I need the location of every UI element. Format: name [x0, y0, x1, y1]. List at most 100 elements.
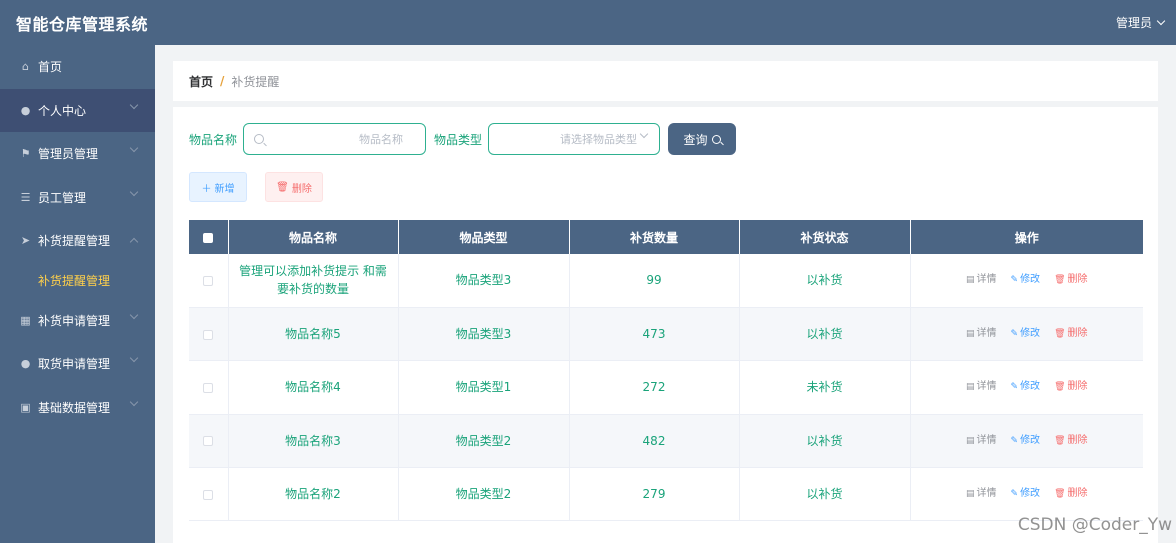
row-checkbox[interactable] [203, 275, 214, 286]
breadcrumb-separator: / [220, 74, 225, 88]
edit-label: 修改 [1020, 381, 1041, 393]
cell-restock-status: 以补货 [739, 467, 911, 522]
trash-icon: 🗑 [1054, 435, 1066, 446]
sidebar-item-pickup-requests[interactable]: ● 取货申请管理 [0, 342, 155, 386]
chevron-down-icon [129, 100, 139, 109]
cell-item-type: 物品类型2 [398, 467, 570, 522]
sidebar-item-admin[interactable]: ⚑ 管理员管理 [0, 132, 155, 176]
trash-icon: 🗑 [1054, 329, 1066, 340]
item-name-input[interactable] [264, 132, 416, 146]
header-operations: 操作 [910, 220, 1143, 254]
edit-button[interactable]: ✎ 修改 [1011, 432, 1041, 450]
item-type-input[interactable] [499, 132, 650, 146]
cell-restock-status: 未补货 [739, 360, 911, 415]
add-button[interactable]: ＋ 新增 [189, 172, 247, 202]
user-menu[interactable]: 管理员 [1115, 14, 1166, 31]
table-row: 物品名称2 物品类型2 279 以补货 ▤ 详情 ✎ 修改 🗑 删除 [189, 467, 1143, 522]
breadcrumb: 首页 / 补货提醒 [173, 61, 1158, 101]
flag-icon: ⚑ [20, 147, 31, 161]
query-button-label: 查询 [683, 132, 708, 147]
sidebar-item-base-data[interactable]: ▣ 基础数据管理 [0, 386, 155, 430]
header-item-name[interactable]: 物品名称 [228, 220, 399, 254]
main-area: 首页 / 补货提醒 物品名称 物品类型 查询 ＋ 新增 [155, 45, 1176, 543]
edit-icon: ✎ [1010, 489, 1019, 500]
delete-button[interactable]: 🗑 删除 [1054, 432, 1087, 450]
row-select-cell [189, 360, 229, 415]
row-checkbox[interactable] [203, 329, 214, 340]
chevron-down-icon [129, 310, 139, 319]
cell-item-name: 物品名称2 [228, 467, 399, 522]
edit-icon: ✎ [1010, 329, 1019, 340]
restock-table: 物品名称 物品类型 补货数量 补货状态 操作 管理可以添加补货提示 和需要补货的… [189, 220, 1143, 522]
sidebar-item-label: 员工管理 [38, 190, 87, 205]
app-title: 智能仓库管理系统 [16, 14, 149, 34]
cell-item-name: 物品名称3 [228, 414, 399, 469]
batch-delete-button[interactable]: 🗑 删除 [265, 172, 323, 202]
query-button[interactable]: 查询 [668, 123, 737, 155]
sidebar-item-restock-reminders[interactable]: ➤ 补货提醒管理 [0, 219, 155, 263]
cell-operations: ▤ 详情 ✎ 修改 🗑 删除 [910, 307, 1143, 362]
watermark: CSDN @Coder_Yw [1017, 515, 1172, 535]
user-label: 管理员 [1115, 16, 1152, 30]
row-checkbox[interactable] [203, 489, 214, 500]
detail-label: 详情 [976, 274, 997, 286]
action-bar: ＋ 新增 🗑 删除 [189, 172, 323, 202]
detail-label: 详情 [976, 434, 997, 446]
detail-button[interactable]: ▤ 详情 [966, 325, 997, 343]
header-restock-status[interactable]: 补货状态 [739, 220, 911, 254]
cell-item-type: 物品类型2 [398, 414, 570, 469]
top-header: 智能仓库管理系统 管理员 [0, 0, 1176, 45]
trash-icon: 🗑 [1054, 382, 1066, 393]
edit-button[interactable]: ✎ 修改 [1011, 378, 1041, 396]
document-icon: ▤ [966, 275, 975, 286]
detail-label: 详情 [976, 488, 997, 500]
delete-button[interactable]: 🗑 删除 [1054, 271, 1087, 289]
sidebar-item-label: 管理员管理 [38, 147, 99, 162]
cell-restock-qty: 99 [569, 254, 740, 308]
row-select-cell [189, 467, 229, 522]
content-card: 物品名称 物品类型 查询 ＋ 新增 🗑 删除 [173, 107, 1158, 543]
row-checkbox[interactable] [203, 436, 214, 447]
edit-icon: ✎ [1010, 382, 1019, 393]
detail-button[interactable]: ▤ 详情 [966, 378, 997, 396]
cell-item-name: 物品名称4 [228, 360, 399, 415]
item-type-select[interactable] [488, 123, 661, 155]
sidebar-item-label: 基础数据管理 [38, 400, 111, 415]
search-icon [711, 134, 721, 144]
detail-button[interactable]: ▤ 详情 [966, 271, 997, 289]
delete-button[interactable]: 🗑 删除 [1054, 378, 1087, 396]
location-icon: ● [20, 357, 31, 371]
select-all-checkbox[interactable] [203, 232, 214, 243]
chevron-down-icon [1156, 16, 1166, 25]
edit-button[interactable]: ✎ 修改 [1011, 485, 1041, 503]
table-row: 物品名称4 物品类型1 272 未补货 ▤ 详情 ✎ 修改 🗑 删除 [189, 360, 1143, 415]
edit-button[interactable]: ✎ 修改 [1011, 271, 1041, 289]
sidebar-item-employees[interactable]: ☰ 员工管理 [0, 176, 155, 220]
delete-button[interactable]: 🗑 删除 [1054, 485, 1087, 503]
submenu-item-restock-reminders[interactable]: 补货提醒管理 [0, 263, 155, 299]
cell-restock-status: 以补货 [739, 307, 911, 362]
detail-button[interactable]: ▤ 详情 [966, 432, 997, 450]
cell-operations: ▤ 详情 ✎ 修改 🗑 删除 [910, 467, 1143, 522]
breadcrumb-home[interactable]: 首页 [189, 73, 213, 90]
sidebar-item-restock-requests[interactable]: ▦ 补货申请管理 [0, 299, 155, 343]
grid-icon: ▦ [20, 313, 31, 327]
row-select-cell [189, 307, 229, 362]
edit-button[interactable]: ✎ 修改 [1011, 325, 1041, 343]
header-restock-qty[interactable]: 补货数量 [569, 220, 740, 254]
edit-label: 修改 [1020, 434, 1041, 446]
delete-label: 删除 [1067, 381, 1088, 393]
sidebar-item-profile[interactable]: ● 个人中心 [0, 88, 155, 132]
sidebar-item-label: 补货提醒管理 [38, 234, 111, 249]
detail-button[interactable]: ▤ 详情 [966, 485, 997, 503]
sidebar-item-home[interactable]: ⌂ 首页 [0, 45, 155, 89]
cell-restock-qty: 473 [569, 307, 740, 362]
row-checkbox[interactable] [203, 382, 214, 393]
add-button-label: 新增 [214, 183, 235, 195]
delete-button[interactable]: 🗑 删除 [1054, 325, 1087, 343]
clipboard-icon: ▣ [20, 400, 31, 414]
user-icon: ● [20, 103, 31, 117]
cell-restock-qty: 279 [569, 467, 740, 522]
select-all-cell [189, 220, 229, 254]
header-item-type[interactable]: 物品类型 [398, 220, 570, 254]
